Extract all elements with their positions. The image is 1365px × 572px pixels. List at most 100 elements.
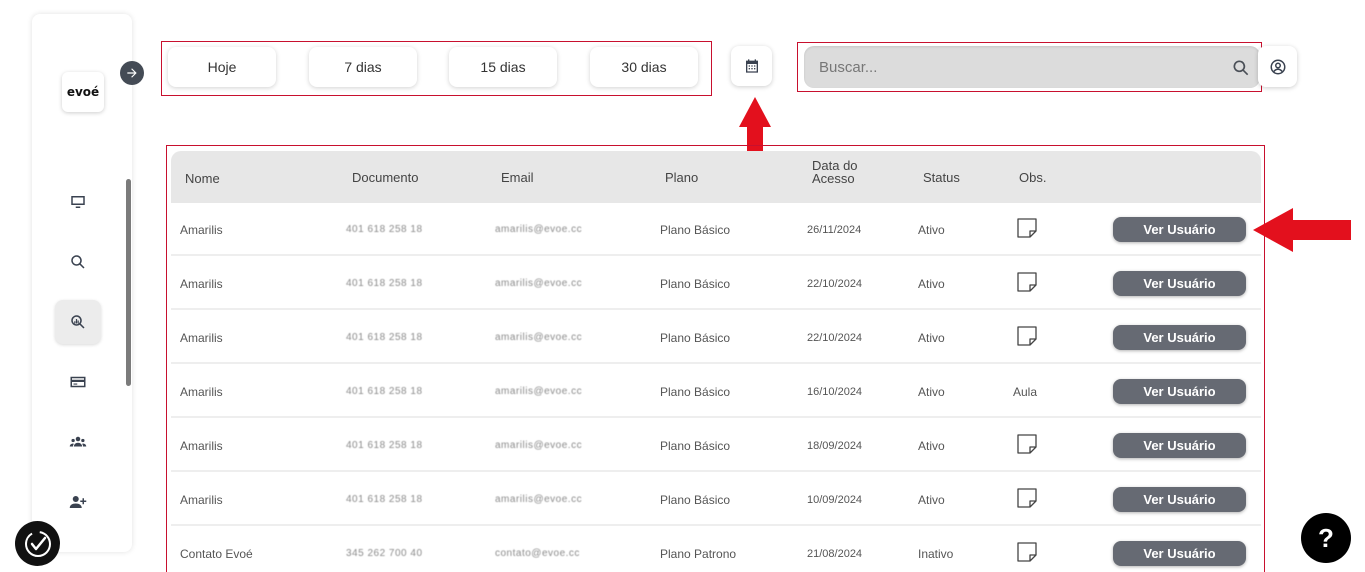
- table-row: Amarilis 401 618 258 18 amarilis@evoe.cc…: [171, 419, 1261, 472]
- accessibility-check-icon: [24, 530, 51, 557]
- help-button[interactable]: ?: [1301, 513, 1351, 563]
- add-user-icon: [69, 496, 87, 508]
- cell-date: 18/09/2024: [807, 440, 863, 452]
- cell-date: 16/10/2024: [807, 386, 863, 398]
- cell-document: 345 262 700 40: [346, 548, 423, 559]
- cell-document: 401 618 258 18: [346, 224, 423, 235]
- cell-name: Amarilis: [180, 223, 223, 237]
- evoe-logo[interactable]: evoé: [62, 72, 104, 112]
- cell-name: Amarilis: [180, 493, 223, 507]
- cell-email: amarilis@evoe.cc: [495, 224, 583, 235]
- monitor-icon: [71, 196, 85, 208]
- cell-email: amarilis@evoe.cc: [495, 386, 583, 397]
- table-row: Amarilis 401 618 258 18 amarilis@evoe.cc…: [171, 365, 1261, 418]
- header-access-date-line2: Acesso: [812, 171, 855, 186]
- header-name: Nome: [185, 171, 220, 186]
- header-email: Email: [501, 170, 534, 185]
- cell-plan: Plano Básico: [660, 385, 731, 399]
- cell-date: 22/10/2024: [807, 278, 863, 290]
- search-icon[interactable]: [1231, 58, 1251, 78]
- view-user-button[interactable]: Ver Usuário: [1113, 325, 1246, 350]
- view-user-button[interactable]: Ver Usuário: [1113, 271, 1246, 296]
- sidebar-item-search[interactable]: [55, 240, 101, 284]
- cell-email: amarilis@evoe.cc: [495, 494, 583, 505]
- cell-plan: Plano Básico: [660, 439, 731, 453]
- cell-document: 401 618 258 18: [346, 386, 423, 397]
- cell-plan: Plano Patrono: [660, 547, 737, 561]
- profile-button[interactable]: [1258, 46, 1297, 87]
- filter-30-days-button[interactable]: 30 dias: [590, 47, 698, 87]
- view-user-button[interactable]: Ver Usuário: [1113, 541, 1246, 566]
- header-obs: Obs.: [1019, 170, 1047, 185]
- sidebar-item-add-user[interactable]: [55, 480, 101, 524]
- note-icon[interactable]: [1015, 486, 1039, 510]
- cell-date: 10/09/2024: [807, 494, 863, 506]
- cell-plan: Plano Básico: [660, 493, 731, 507]
- note-icon[interactable]: [1015, 540, 1039, 564]
- cell-status: Ativo: [918, 385, 945, 399]
- note-icon[interactable]: [1015, 432, 1039, 456]
- cell-plan: Plano Básico: [660, 223, 731, 237]
- view-user-button[interactable]: Ver Usuário: [1113, 379, 1246, 404]
- cell-document: 401 618 258 18: [346, 278, 423, 289]
- note-icon[interactable]: [1015, 270, 1039, 294]
- accessibility-button[interactable]: [15, 521, 60, 566]
- sidebar-expand-button[interactable]: [120, 61, 144, 85]
- arrow-right-icon: [127, 68, 137, 78]
- cell-email: amarilis@evoe.cc: [495, 440, 583, 451]
- cell-obs[interactable]: Aula: [1013, 385, 1037, 399]
- cell-status: Ativo: [918, 493, 945, 507]
- note-icon[interactable]: [1015, 324, 1039, 348]
- cell-name: Contato Evoé: [180, 547, 253, 561]
- calendar-icon: [745, 59, 758, 73]
- cell-status: Ativo: [918, 331, 945, 345]
- sidebar-item-dashboard[interactable]: [55, 180, 101, 224]
- cell-email: amarilis@evoe.cc: [495, 332, 583, 343]
- search-input[interactable]: [804, 46, 1260, 88]
- users-group-icon: [69, 436, 87, 447]
- annotation-arrow-left: [1253, 208, 1351, 252]
- cell-status: Ativo: [918, 439, 945, 453]
- calendar-button[interactable]: [731, 46, 772, 86]
- table-row: Amarilis 401 618 258 18 amarilis@evoe.cc…: [171, 473, 1261, 526]
- cell-status: Inativo: [918, 547, 954, 561]
- cell-document: 401 618 258 18: [346, 494, 423, 505]
- cell-plan: Plano Básico: [660, 277, 731, 291]
- cell-name: Amarilis: [180, 331, 223, 345]
- sidebar-item-payments[interactable]: [55, 360, 101, 404]
- cell-date: 21/08/2024: [807, 548, 863, 560]
- cell-status: Ativo: [918, 277, 945, 291]
- cell-name: Amarilis: [180, 277, 223, 291]
- view-user-button[interactable]: Ver Usuário: [1113, 217, 1246, 242]
- credit-card-icon: [70, 376, 86, 388]
- table-row: Amarilis 401 618 258 18 amarilis@evoe.cc…: [171, 203, 1261, 256]
- filter-15-days-button[interactable]: 15 dias: [449, 47, 557, 87]
- header-status: Status: [923, 170, 960, 185]
- cell-email: amarilis@evoe.cc: [495, 278, 583, 289]
- header-document: Documento: [352, 170, 419, 185]
- cell-date: 26/11/2024: [807, 224, 862, 236]
- table-row: Contato Evoé 345 262 700 40 contato@evoe…: [171, 527, 1261, 572]
- note-icon[interactable]: [1015, 216, 1039, 240]
- cell-date: 22/10/2024: [807, 332, 863, 344]
- cell-document: 401 618 258 18: [346, 332, 423, 343]
- cell-name: Amarilis: [180, 439, 223, 453]
- date-filters-highlight: Hoje 7 dias 15 dias 30 dias: [161, 41, 712, 96]
- header-access-date: Data do Acesso: [812, 159, 858, 185]
- app-root: evoé Hoje 7 dias 15 dias 30 dias Buscar.…: [0, 0, 1365, 572]
- cell-status: Ativo: [918, 223, 945, 237]
- sidebar-item-members[interactable]: [55, 420, 101, 464]
- table-header: Nome Documento Email Plano Data do Acess…: [171, 151, 1261, 203]
- sidebar-scrollbar[interactable]: [126, 179, 131, 386]
- users-table: Nome Documento Email Plano Data do Acess…: [166, 145, 1265, 572]
- cell-plan: Plano Básico: [660, 331, 731, 345]
- sidebar-item-reports[interactable]: [55, 300, 101, 344]
- filter-7-days-button[interactable]: 7 dias: [309, 47, 417, 87]
- filter-today-button[interactable]: Hoje: [168, 47, 276, 87]
- table-row: Amarilis 401 618 258 18 amarilis@evoe.cc…: [171, 311, 1261, 364]
- search-icon: [71, 255, 85, 269]
- search-highlight: [797, 42, 1262, 92]
- cell-document: 401 618 258 18: [346, 440, 423, 451]
- view-user-button[interactable]: Ver Usuário: [1113, 487, 1246, 512]
- view-user-button[interactable]: Ver Usuário: [1113, 433, 1246, 458]
